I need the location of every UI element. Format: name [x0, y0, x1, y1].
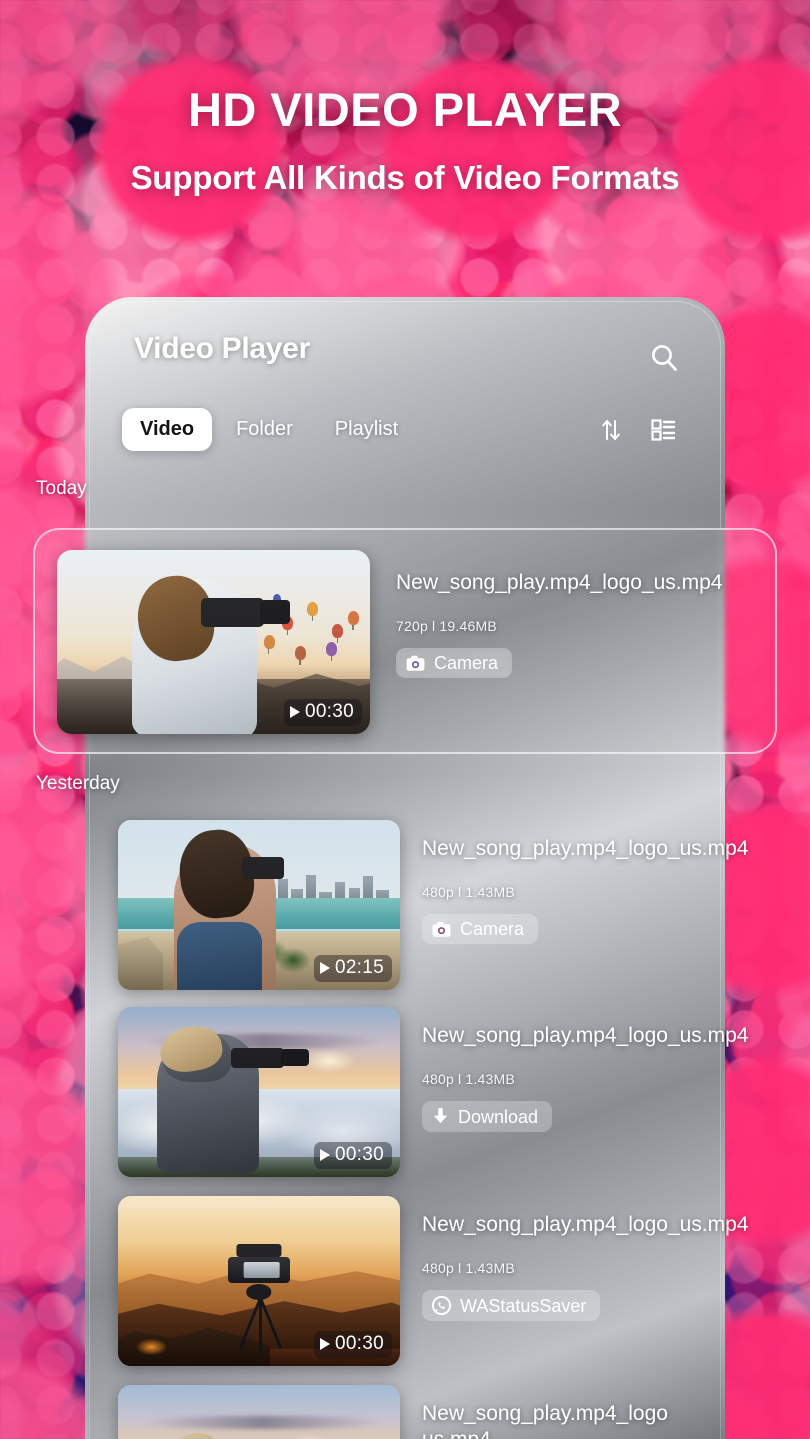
badge-label: Camera	[434, 653, 499, 674]
tab-video[interactable]: Video	[122, 408, 213, 451]
video-meta: New_song_play.mp4_logo_us.mp4 480p l 1.4…	[400, 1196, 749, 1322]
search-icon[interactable]	[644, 338, 684, 378]
tab-bar: Video Folder Playlist	[88, 408, 722, 451]
badge-label: WAStatusSaver	[460, 1295, 587, 1316]
camera-icon	[432, 921, 451, 937]
whatsapp-icon	[432, 1296, 451, 1316]
badge-label: Download	[458, 1106, 539, 1127]
video-thumbnail[interactable]: 00:30	[118, 1196, 400, 1366]
video-duration-badge: 00:30	[313, 1142, 392, 1169]
video-info: 720p l 19.46MB	[396, 618, 497, 635]
video-thumbnail[interactable]: 02:15	[118, 820, 400, 990]
video-title: New_song_play.mp4_logo us.mp4	[422, 1402, 668, 1439]
promo-headline: HD VIDEO PLAYER	[187, 83, 623, 136]
promo-text-block: HD VIDEO PLAYER Support All Kinds of Vid…	[0, 86, 810, 194]
video-list-item[interactable]: 02:15 New_song_play.mp4_logo_us.mp4 480p…	[118, 820, 749, 990]
video-title: New_song_play.mp4_logo_us.mp4	[396, 571, 723, 594]
source-badge-camera[interactable]: Camera	[396, 648, 513, 679]
play-icon	[289, 706, 300, 718]
app-header: Video Player	[88, 300, 722, 366]
video-meta: New_song_play.mp4_logo_us.mp4 480p l 1.4…	[400, 1007, 749, 1133]
promo-screenshot: HD VIDEO PLAYER Support All Kinds of Vid…	[0, 0, 810, 1439]
section-label-today: Today	[36, 478, 87, 499]
section-label-yesterday: Yesterday	[36, 773, 120, 794]
thumbnail-artwork	[118, 1385, 400, 1439]
play-icon	[319, 1338, 330, 1350]
featured-video-card[interactable]: 00:30 New_song_play.mp4_logo_us.mp4 720p…	[33, 528, 777, 754]
video-meta: New_song_play.mp4_logo us.mp4	[400, 1385, 718, 1439]
video-meta: New_song_play.mp4_logo_us.mp4 480p l 1.4…	[400, 820, 749, 945]
download-icon	[433, 1108, 448, 1124]
video-info: 480p l 1.43MB	[422, 1071, 515, 1088]
video-list-item[interactable]: New_song_play.mp4_logo us.mp4	[118, 1385, 718, 1439]
camera-icon	[406, 655, 425, 671]
video-meta: New_song_play.mp4_logo_us.mp4 720p l 19.…	[370, 550, 723, 679]
video-thumbnail[interactable]	[118, 1385, 400, 1439]
tab-folder[interactable]: Folder	[218, 408, 311, 451]
play-icon	[319, 1149, 330, 1161]
video-duration-badge: 00:30	[283, 699, 362, 726]
view-mode-icon[interactable]	[644, 411, 682, 449]
source-badge-wastatussaver[interactable]: WAStatusSaver	[422, 1290, 601, 1322]
promo-subheadline: Support All Kinds of Video Formats	[130, 159, 680, 196]
duration-text: 02:15	[334, 957, 384, 978]
duration-text: 00:30	[304, 701, 354, 722]
badge-label: Camera	[460, 919, 525, 940]
video-title: New_song_play.mp4_logo_us.mp4	[422, 1213, 749, 1236]
video-list-item[interactable]: 00:30 New_song_play.mp4_logo_us.mp4 480p…	[118, 1007, 749, 1177]
video-duration-badge: 00:30	[313, 1331, 392, 1358]
video-thumbnail[interactable]: 00:30	[118, 1007, 400, 1177]
sort-icon[interactable]	[592, 411, 630, 449]
source-badge-camera[interactable]: Camera	[422, 914, 539, 945]
video-list-item[interactable]: 00:30 New_song_play.mp4_logo_us.mp4 720p…	[57, 550, 757, 734]
video-title: New_song_play.mp4_logo_us.mp4	[422, 1024, 749, 1047]
play-icon	[319, 962, 330, 974]
video-duration-badge: 02:15	[313, 955, 392, 982]
video-info: 480p l 1.43MB	[422, 884, 515, 901]
tab-playlist[interactable]: Playlist	[317, 408, 416, 451]
duration-text: 00:30	[334, 1333, 384, 1354]
video-title: New_song_play.mp4_logo_us.mp4	[422, 837, 749, 860]
duration-text: 00:30	[334, 1144, 384, 1165]
video-thumbnail[interactable]: 00:30	[57, 550, 370, 734]
source-badge-download[interactable]: Download	[422, 1101, 553, 1133]
video-info: 480p l 1.43MB	[422, 1260, 515, 1277]
video-list-item[interactable]: 00:30 New_song_play.mp4_logo_us.mp4 480p…	[118, 1196, 749, 1366]
app-title: Video Player	[134, 332, 310, 365]
